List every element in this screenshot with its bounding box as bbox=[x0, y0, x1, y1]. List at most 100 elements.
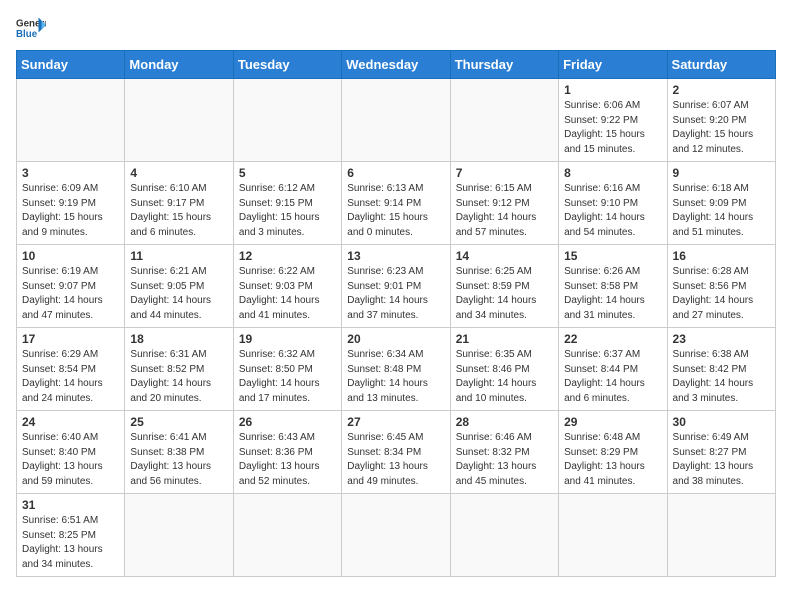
day-number: 23 bbox=[673, 332, 770, 346]
week-row-3: 10Sunrise: 6:19 AM Sunset: 9:07 PM Dayli… bbox=[17, 245, 776, 328]
calendar-cell: 13 Sunrise: 6:23 AM Sunset: 9:01 PM Dayli… bbox=[342, 245, 450, 328]
day-info: Sunrise: 6:34 AM Sunset: 8:48 PM Dayligh… bbox=[347, 348, 444, 406]
calendar-cell bbox=[125, 494, 233, 577]
day-info: Sunrise: 6:26 AM Sunset: 8:58 PM Dayligh… bbox=[564, 265, 661, 323]
weekday-header-friday: Friday bbox=[559, 51, 667, 79]
day-info: Sunrise: 6:22 AM Sunset: 9:03 PM Dayligh… bbox=[239, 265, 336, 323]
calendar-cell: 1 Sunrise: 6:06 AM Sunset: 9:22 PM Daylig… bbox=[559, 79, 667, 162]
calendar-cell bbox=[125, 79, 233, 162]
week-row-5: 24 Sunrise: 6:40 AM Sunset: 8:40 PM Dayli… bbox=[17, 411, 776, 494]
calendar-cell: 20Sunrise: 6:34 AM Sunset: 8:48 PM Dayli… bbox=[342, 328, 450, 411]
day-info: Sunrise: 6:16 AM Sunset: 9:10 PM Dayligh… bbox=[564, 182, 661, 240]
day-number: 27 bbox=[347, 415, 444, 429]
day-info: Sunrise: 6:09 AM Sunset: 9:19 PM Dayligh… bbox=[22, 182, 119, 240]
day-number: 31 bbox=[22, 498, 119, 512]
calendar-table: SundayMondayTuesdayWednesdayThursdayFrid… bbox=[16, 50, 776, 577]
day-info: Sunrise: 6:40 AM Sunset: 8:40 PM Dayligh… bbox=[22, 431, 119, 489]
day-info: Sunrise: 6:48 AM Sunset: 8:29 PM Dayligh… bbox=[564, 431, 661, 489]
day-number: 26 bbox=[239, 415, 336, 429]
calendar-cell: 18Sunrise: 6:31 AM Sunset: 8:52 PM Dayli… bbox=[125, 328, 233, 411]
weekday-header-wednesday: Wednesday bbox=[342, 51, 450, 79]
day-number: 19 bbox=[239, 332, 336, 346]
day-info: Sunrise: 6:21 AM Sunset: 9:05 PM Dayligh… bbox=[130, 265, 227, 323]
calendar-cell: 9 Sunrise: 6:18 AM Sunset: 9:09 PM Daylig… bbox=[667, 162, 775, 245]
day-info: Sunrise: 6:43 AM Sunset: 8:36 PM Dayligh… bbox=[239, 431, 336, 489]
day-info: Sunrise: 6:15 AM Sunset: 9:12 PM Dayligh… bbox=[456, 182, 553, 240]
calendar-cell bbox=[342, 494, 450, 577]
calendar-cell: 15Sunrise: 6:26 AM Sunset: 8:58 PM Dayli… bbox=[559, 245, 667, 328]
calendar-cell: 8 Sunrise: 6:16 AM Sunset: 9:10 PM Daylig… bbox=[559, 162, 667, 245]
weekday-header-thursday: Thursday bbox=[450, 51, 558, 79]
week-row-1: 1 Sunrise: 6:06 AM Sunset: 9:22 PM Daylig… bbox=[17, 79, 776, 162]
day-number: 14 bbox=[456, 249, 553, 263]
day-info: Sunrise: 6:23 AM Sunset: 9:01 PM Dayligh… bbox=[347, 265, 444, 323]
day-number: 8 bbox=[564, 166, 661, 180]
calendar-cell: 24 Sunrise: 6:40 AM Sunset: 8:40 PM Dayli… bbox=[17, 411, 125, 494]
day-info: Sunrise: 6:10 AM Sunset: 9:17 PM Dayligh… bbox=[130, 182, 227, 240]
page-header: General Blue bbox=[16, 16, 776, 40]
calendar-cell: 22 Sunrise: 6:37 AM Sunset: 8:44 PM Dayli… bbox=[559, 328, 667, 411]
day-info: Sunrise: 6:49 AM Sunset: 8:27 PM Dayligh… bbox=[673, 431, 770, 489]
day-number: 1 bbox=[564, 83, 661, 97]
day-info: Sunrise: 6:28 AM Sunset: 8:56 PM Dayligh… bbox=[673, 265, 770, 323]
day-info: Sunrise: 6:35 AM Sunset: 8:46 PM Dayligh… bbox=[456, 348, 553, 406]
weekday-header-tuesday: Tuesday bbox=[233, 51, 341, 79]
calendar-cell bbox=[559, 494, 667, 577]
day-number: 22 bbox=[564, 332, 661, 346]
calendar-cell bbox=[233, 494, 341, 577]
logo-icon: General Blue bbox=[16, 16, 46, 40]
calendar-cell: 2 Sunrise: 6:07 AM Sunset: 9:20 PM Daylig… bbox=[667, 79, 775, 162]
week-row-4: 17Sunrise: 6:29 AM Sunset: 8:54 PM Dayli… bbox=[17, 328, 776, 411]
calendar-cell: 30Sunrise: 6:49 AM Sunset: 8:27 PM Dayli… bbox=[667, 411, 775, 494]
calendar-cell: 29 Sunrise: 6:48 AM Sunset: 8:29 PM Dayli… bbox=[559, 411, 667, 494]
weekday-header-row: SundayMondayTuesdayWednesdayThursdayFrid… bbox=[17, 51, 776, 79]
day-info: Sunrise: 6:12 AM Sunset: 9:15 PM Dayligh… bbox=[239, 182, 336, 240]
day-number: 11 bbox=[130, 249, 227, 263]
calendar-cell: 3 Sunrise: 6:09 AM Sunset: 9:19 PM Daylig… bbox=[17, 162, 125, 245]
day-info: Sunrise: 6:18 AM Sunset: 9:09 PM Dayligh… bbox=[673, 182, 770, 240]
calendar-cell: 5 Sunrise: 6:12 AM Sunset: 9:15 PM Daylig… bbox=[233, 162, 341, 245]
day-info: Sunrise: 6:41 AM Sunset: 8:38 PM Dayligh… bbox=[130, 431, 227, 489]
day-info: Sunrise: 6:37 AM Sunset: 8:44 PM Dayligh… bbox=[564, 348, 661, 406]
day-number: 28 bbox=[456, 415, 553, 429]
calendar-cell bbox=[450, 494, 558, 577]
week-row-2: 3 Sunrise: 6:09 AM Sunset: 9:19 PM Daylig… bbox=[17, 162, 776, 245]
day-number: 2 bbox=[673, 83, 770, 97]
calendar-cell: 10Sunrise: 6:19 AM Sunset: 9:07 PM Dayli… bbox=[17, 245, 125, 328]
calendar-cell: 27 Sunrise: 6:45 AM Sunset: 8:34 PM Dayli… bbox=[342, 411, 450, 494]
day-info: Sunrise: 6:19 AM Sunset: 9:07 PM Dayligh… bbox=[22, 265, 119, 323]
calendar-cell: 21Sunrise: 6:35 AM Sunset: 8:46 PM Dayli… bbox=[450, 328, 558, 411]
weekday-header-sunday: Sunday bbox=[17, 51, 125, 79]
calendar-cell: 4Sunrise: 6:10 AM Sunset: 9:17 PM Daylig… bbox=[125, 162, 233, 245]
day-number: 13 bbox=[347, 249, 444, 263]
day-info: Sunrise: 6:38 AM Sunset: 8:42 PM Dayligh… bbox=[673, 348, 770, 406]
day-number: 25 bbox=[130, 415, 227, 429]
day-number: 9 bbox=[673, 166, 770, 180]
day-info: Sunrise: 6:46 AM Sunset: 8:32 PM Dayligh… bbox=[456, 431, 553, 489]
calendar-cell: 23 Sunrise: 6:38 AM Sunset: 8:42 PM Dayli… bbox=[667, 328, 775, 411]
week-row-6: 31Sunrise: 6:51 AM Sunset: 8:25 PM Dayli… bbox=[17, 494, 776, 577]
day-number: 16 bbox=[673, 249, 770, 263]
day-number: 12 bbox=[239, 249, 336, 263]
calendar-cell: 7Sunrise: 6:15 AM Sunset: 9:12 PM Daylig… bbox=[450, 162, 558, 245]
svg-text:Blue: Blue bbox=[16, 29, 38, 40]
calendar-cell: 14 Sunrise: 6:25 AM Sunset: 8:59 PM Dayli… bbox=[450, 245, 558, 328]
calendar-cell: 19Sunrise: 6:32 AM Sunset: 8:50 PM Dayli… bbox=[233, 328, 341, 411]
calendar-cell: 31Sunrise: 6:51 AM Sunset: 8:25 PM Dayli… bbox=[17, 494, 125, 577]
calendar-cell bbox=[667, 494, 775, 577]
day-info: Sunrise: 6:06 AM Sunset: 9:22 PM Dayligh… bbox=[564, 99, 661, 157]
calendar-cell bbox=[450, 79, 558, 162]
calendar-cell: 16 Sunrise: 6:28 AM Sunset: 8:56 PM Dayli… bbox=[667, 245, 775, 328]
calendar-cell bbox=[342, 79, 450, 162]
day-number: 3 bbox=[22, 166, 119, 180]
day-number: 5 bbox=[239, 166, 336, 180]
day-info: Sunrise: 6:07 AM Sunset: 9:20 PM Dayligh… bbox=[673, 99, 770, 157]
calendar-cell bbox=[233, 79, 341, 162]
calendar-cell bbox=[17, 79, 125, 162]
day-number: 18 bbox=[130, 332, 227, 346]
day-info: Sunrise: 6:45 AM Sunset: 8:34 PM Dayligh… bbox=[347, 431, 444, 489]
day-info: Sunrise: 6:25 AM Sunset: 8:59 PM Dayligh… bbox=[456, 265, 553, 323]
weekday-header-monday: Monday bbox=[125, 51, 233, 79]
day-number: 24 bbox=[22, 415, 119, 429]
day-number: 29 bbox=[564, 415, 661, 429]
